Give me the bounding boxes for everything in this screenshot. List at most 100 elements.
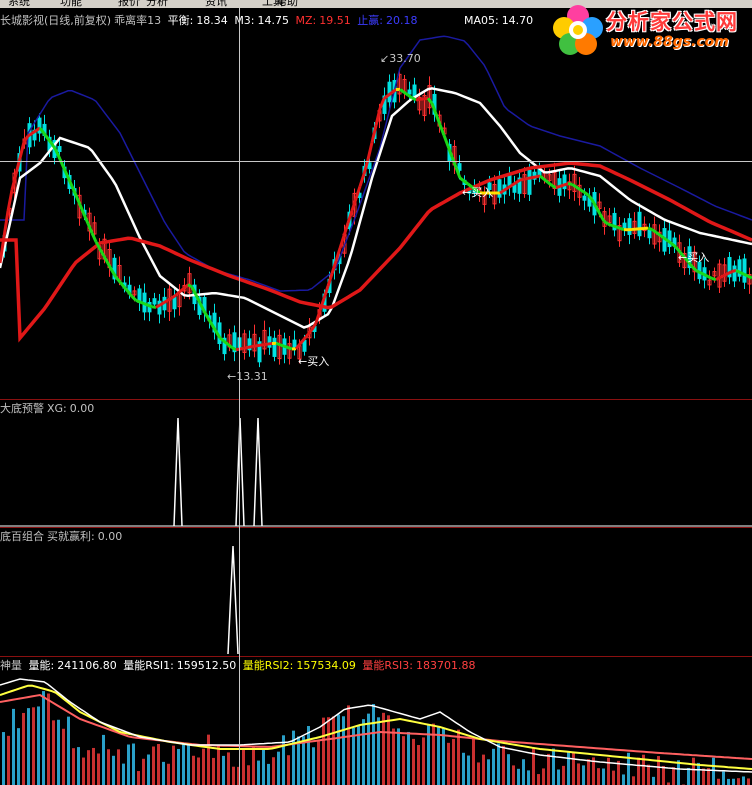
price-panel-header: 长城影视(日线,前复权) 乖离率13 平衡: 18.34 M3: 14.75 MZ: 1…	[0, 14, 536, 27]
volume-bar	[397, 728, 400, 785]
volume-bar	[332, 716, 335, 785]
m3-label: M3:	[234, 14, 255, 27]
volume-bar	[537, 774, 540, 785]
pingheng-label: 平衡:	[167, 14, 194, 27]
volume-bar	[322, 717, 325, 785]
maijiu-signal-spike	[227, 545, 239, 655]
dadi-yujing-panel[interactable]: 大底预警 XG: 0.00	[0, 400, 752, 527]
volume-bar	[677, 760, 680, 785]
menu-item-function[interactable]: 功能	[60, 0, 82, 8]
signal-line-segment	[739, 270, 745, 276]
signal-line-segment	[358, 173, 366, 187]
signal-line-segment	[531, 175, 537, 180]
menu-item-analysis[interactable]: 分析	[146, 0, 168, 8]
volume-bar	[87, 750, 90, 785]
volume-bar	[512, 765, 515, 785]
volume-bar	[732, 778, 735, 785]
volume-bar	[472, 737, 475, 785]
volume-bar	[492, 748, 495, 785]
volume-bar	[552, 748, 555, 785]
volume-bar	[287, 755, 290, 785]
volume-bar	[142, 758, 145, 785]
volume-bar	[572, 752, 575, 785]
volume-bar	[722, 771, 725, 785]
signal-line-segment	[247, 345, 253, 349]
signal-line-segment	[611, 224, 617, 229]
volume-bar	[412, 738, 415, 785]
volume-bar	[442, 728, 445, 785]
signal-line-segment	[155, 303, 161, 309]
candle-body	[152, 298, 157, 305]
high-price-label: ↙33.70	[380, 52, 421, 65]
signal-line-segment	[615, 225, 621, 230]
high-price-value: 33.70	[389, 52, 421, 65]
volume-bar	[62, 728, 65, 785]
signal-line-segment	[699, 271, 705, 276]
menu-item-system[interactable]: 系统	[8, 0, 30, 8]
volume-bar	[672, 767, 675, 785]
xg-signal-spike	[253, 417, 263, 527]
volume-bar	[417, 745, 420, 785]
volume-bar	[362, 719, 365, 785]
signal-line-segment	[715, 276, 721, 281]
logo-url[interactable]: www.88gs.com	[610, 34, 729, 50]
ma-red-line	[0, 161, 752, 343]
volume-bar	[172, 745, 175, 785]
signal-line-segment	[459, 176, 465, 183]
volume-bar	[422, 737, 425, 785]
volume-bar	[587, 759, 590, 785]
menu-item-news[interactable]: 资讯	[205, 0, 227, 8]
volume-bar	[177, 748, 180, 785]
volume-bar	[547, 753, 550, 785]
volume-bar	[167, 763, 170, 785]
volume-bar	[22, 712, 25, 785]
signal-line-segment	[735, 269, 741, 274]
shenliang-chart	[0, 678, 752, 785]
price-chart-panel[interactable]: 长城影视(日线,前复权) 乖离率13 平衡: 18.34 M3: 14.75 MZ: 1…	[0, 8, 752, 399]
volume-bar	[152, 746, 155, 785]
volume-bar	[52, 720, 55, 785]
volume-bar	[577, 763, 580, 785]
candle-body	[582, 195, 587, 201]
volume-bar	[72, 748, 75, 785]
volume-bar	[212, 757, 215, 785]
volume-bar	[102, 734, 105, 785]
volume-bar	[122, 763, 125, 785]
volume-bar	[257, 760, 260, 785]
signal-line-segment	[287, 346, 293, 351]
volume-bar	[687, 767, 690, 785]
signal-line-segment	[322, 285, 330, 299]
flower-logo-icon	[553, 5, 603, 55]
signal-line-segment	[723, 272, 729, 277]
volume-bar	[502, 745, 505, 785]
menu-item-quote[interactable]: 报价	[118, 0, 140, 8]
signal-line-segment	[703, 273, 709, 278]
volume-bar	[327, 717, 330, 785]
menu-item-help[interactable]: 帮助	[276, 0, 298, 8]
volume-bar	[57, 719, 60, 785]
volume-bar	[597, 768, 600, 785]
dibai-zuhe-chart	[227, 545, 239, 655]
volume-bar	[277, 751, 280, 785]
liangneng-value: 241106.80	[57, 659, 117, 672]
panel2-header: 大底预警 XG: 0.00	[0, 402, 97, 415]
volume-bar	[542, 768, 545, 785]
volume-bar	[697, 762, 700, 785]
volume-bar	[392, 728, 395, 785]
signal-line-segment	[743, 272, 749, 278]
volume-bar	[192, 755, 195, 785]
candle-body	[407, 89, 412, 95]
shenliang-panel[interactable]: 神量 量能: 241106.80 量能RSI1: 159512.50 量能RSI2:…	[0, 657, 752, 785]
zhiying-label: 止赢:	[357, 14, 383, 27]
price-chart[interactable]	[0, 8, 752, 399]
dibai-zuhe-panel[interactable]: 底百组合 买就赢利: 0.00	[0, 528, 752, 656]
volume-bar	[652, 776, 655, 785]
volume-bar	[342, 716, 345, 785]
signal-line-segment	[255, 343, 261, 348]
panel4-title: 神量	[0, 659, 22, 672]
volume-bar	[182, 744, 185, 785]
candle-body	[647, 229, 652, 239]
signal-line-segment	[438, 124, 446, 136]
volume-bar	[447, 742, 450, 785]
volume-bar	[662, 765, 665, 785]
